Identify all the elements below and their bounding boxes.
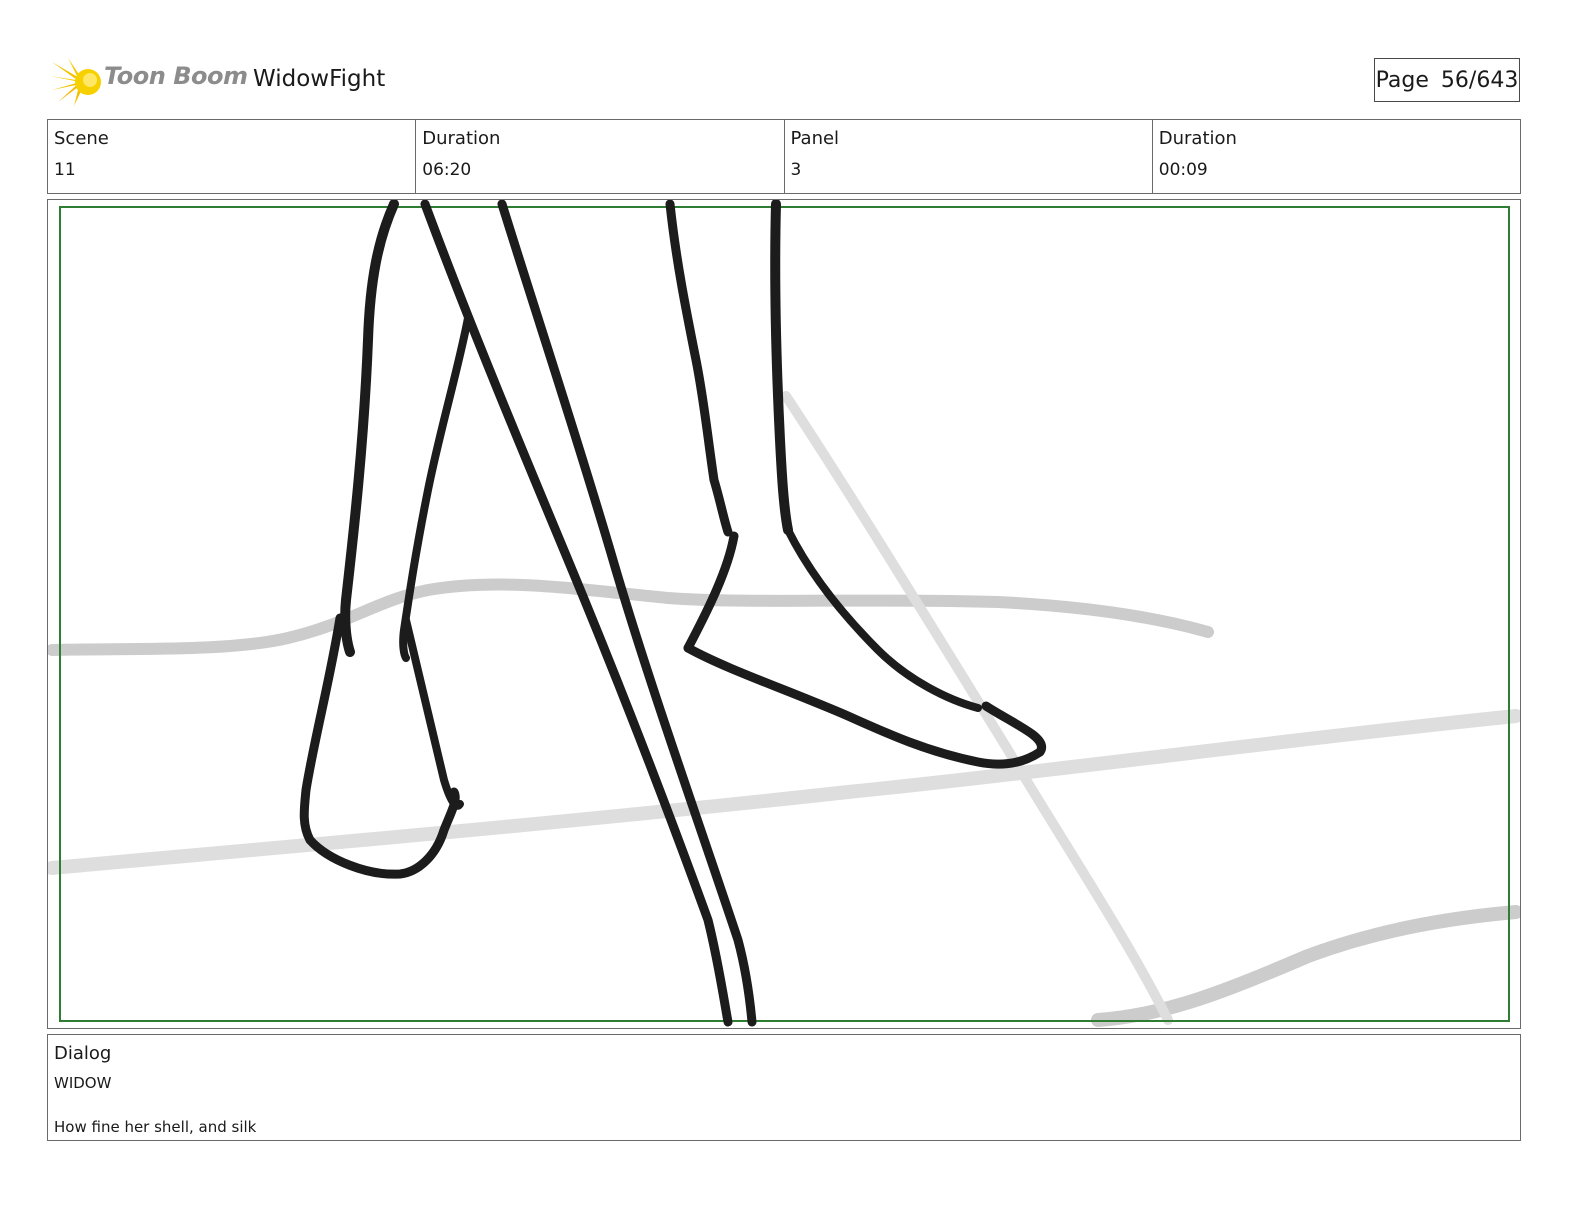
leg-sketch <box>299 200 1047 1027</box>
diagonal-leg-inner <box>420 200 733 1027</box>
scene-duration-value: 06:20 <box>422 160 472 180</box>
project-title: WidowFight <box>253 66 386 92</box>
panel-value: 3 <box>790 160 802 180</box>
scene-duration-label: Duration <box>422 128 501 149</box>
panel-duration-cell: Duration 00:09 <box>1153 120 1520 193</box>
left-leg-back-contour <box>340 200 399 657</box>
right-leg-front-contour <box>770 200 793 535</box>
sun-burst-icon <box>50 58 101 106</box>
right-leg-back-contour <box>665 200 733 537</box>
background-line-middle <box>48 709 1520 875</box>
panel-duration-value: 00:09 <box>1158 160 1208 180</box>
scene-label: Scene <box>54 128 109 149</box>
panel-cell: Panel 3 <box>785 120 1153 193</box>
page-number: 56/643 <box>1440 67 1519 93</box>
left-leg-front-contour <box>399 314 472 662</box>
scene-duration-cell: Duration 06:20 <box>416 120 785 193</box>
panel-duration-label: Duration <box>1158 128 1237 149</box>
left-foot-front <box>402 616 464 810</box>
safe-frame <box>59 206 1510 1022</box>
right-foot-sole <box>683 643 1047 769</box>
scene-cell: Scene 11 <box>48 120 417 193</box>
dialog-line: How fine her shell, and silk <box>54 1118 257 1136</box>
panel-drawing <box>48 200 1520 1027</box>
panel-label: Panel <box>790 128 840 149</box>
diagonal-leg-outer <box>497 200 757 1027</box>
dialog-section: Dialog WIDOW How fine her shell, and sil… <box>47 1034 1521 1141</box>
page-indicator: Page 56/643 <box>1374 58 1520 102</box>
page-label: Page <box>1375 67 1429 93</box>
dialog-speaker: WIDOW <box>54 1074 112 1092</box>
brand-wordmark: Toon Boom <box>104 62 248 90</box>
right-foot-heel <box>683 531 739 653</box>
scene-value: 11 <box>54 160 76 180</box>
storyboard-panel <box>47 199 1521 1029</box>
panel-info-row: Scene 11 Duration 06:20 Panel 3 Duration… <box>47 119 1521 194</box>
dialog-label: Dialog <box>54 1043 112 1064</box>
